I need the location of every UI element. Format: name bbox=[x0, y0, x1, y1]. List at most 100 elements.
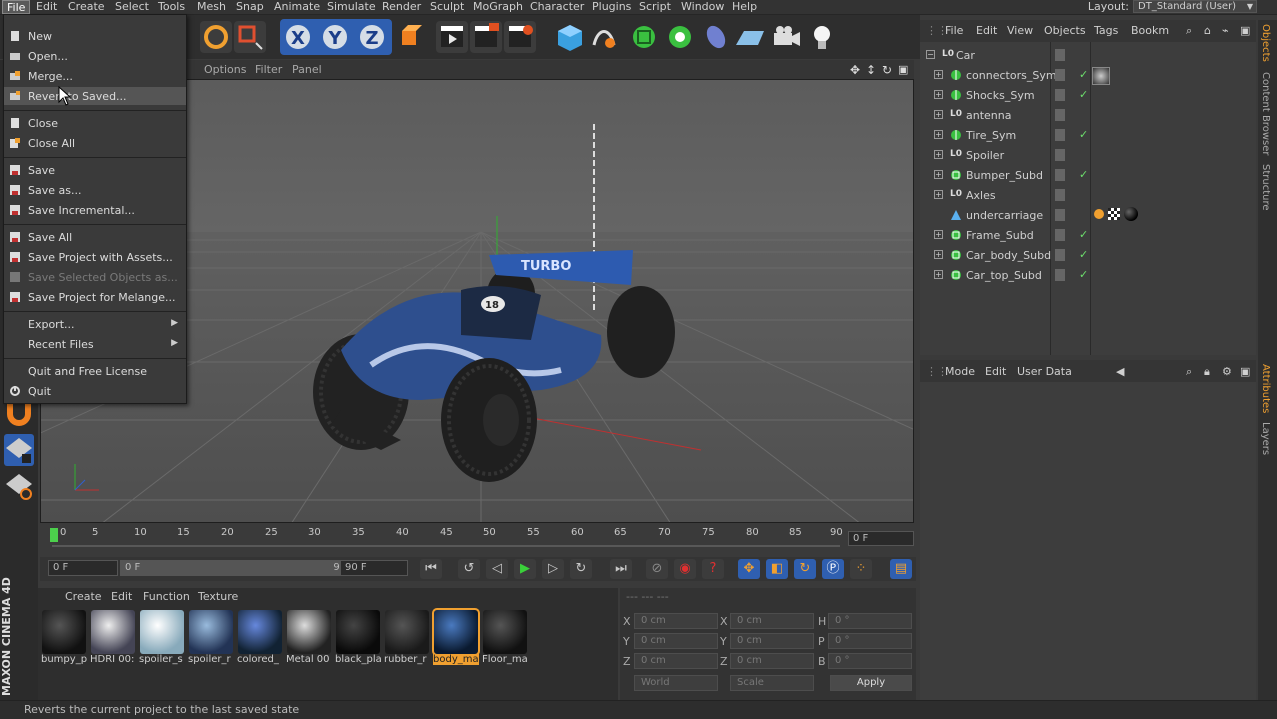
om-menu-objects[interactable]: Objects bbox=[1044, 24, 1086, 37]
scale-tool-button[interactable] bbox=[234, 21, 266, 53]
object-row[interactable]: undercarriage bbox=[920, 206, 1256, 226]
object-row[interactable]: + Bumper_Subd ✓ bbox=[920, 166, 1256, 186]
menu-sculpt[interactable]: Sculpt bbox=[426, 0, 468, 14]
material-swatch-selected[interactable] bbox=[432, 608, 480, 656]
y-axis-button[interactable]: Y bbox=[321, 23, 349, 51]
visibility-toggle[interactable] bbox=[1055, 49, 1065, 61]
om-menu-tags[interactable]: Tags bbox=[1094, 24, 1118, 37]
tab-objects[interactable]: Objects bbox=[1260, 24, 1271, 62]
next-frame-button[interactable]: ▷ bbox=[542, 559, 564, 579]
attr-menu-mode[interactable]: Mode bbox=[945, 365, 975, 378]
attr-menu-edit[interactable]: Edit bbox=[985, 365, 1006, 378]
material-swatch[interactable] bbox=[91, 610, 135, 654]
file-save-project-with-assets[interactable]: Save Project with Assets... bbox=[4, 248, 186, 266]
expand-icon[interactable]: − bbox=[926, 50, 935, 59]
file-close[interactable]: Close bbox=[4, 114, 186, 132]
visibility-toggle[interactable] bbox=[1055, 69, 1065, 81]
om-menu-bookmarks[interactable]: Bookm bbox=[1131, 24, 1169, 37]
object-row[interactable]: + L0 antenna bbox=[920, 106, 1256, 126]
deformer-button[interactable] bbox=[700, 21, 732, 53]
visibility-toggle[interactable] bbox=[1055, 149, 1065, 161]
rotate-tool-button[interactable] bbox=[200, 21, 232, 53]
texture-tag-icon[interactable] bbox=[1108, 208, 1120, 220]
material-swatch[interactable] bbox=[385, 610, 429, 654]
file-save-selected-objects[interactable]: Save Selected Objects as... bbox=[4, 268, 186, 286]
expand-icon[interactable]: + bbox=[934, 90, 943, 99]
end-frame-field[interactable]: 90 F bbox=[340, 560, 408, 576]
search-icon[interactable]: ⌕ bbox=[1186, 365, 1192, 379]
menu-edit[interactable]: Edit bbox=[32, 0, 61, 14]
file-recent-files[interactable]: Recent Files ▶ bbox=[4, 335, 186, 353]
menu-tools[interactable]: Tools bbox=[154, 0, 189, 14]
visibility-toggle[interactable] bbox=[1055, 249, 1065, 261]
key-pla-button[interactable]: ⁘ bbox=[850, 559, 872, 579]
play-button[interactable]: ▶ bbox=[514, 559, 536, 579]
uvw-tag-icon[interactable] bbox=[1094, 209, 1104, 219]
file-save[interactable]: Save bbox=[4, 161, 186, 179]
tab-layers[interactable]: Layers bbox=[1260, 422, 1271, 455]
material-swatch[interactable] bbox=[336, 610, 380, 654]
home-icon[interactable]: ⌂ bbox=[1204, 24, 1211, 37]
om-menu-edit[interactable]: Edit bbox=[976, 24, 997, 37]
enabled-check-icon[interactable]: ✓ bbox=[1079, 248, 1088, 261]
material-swatch[interactable] bbox=[238, 610, 282, 654]
key-scale-button[interactable]: ◧ bbox=[766, 559, 788, 579]
render-settings-button[interactable] bbox=[504, 21, 536, 53]
position-z-field[interactable]: 0 cm bbox=[634, 653, 718, 669]
menu-file[interactable]: File bbox=[2, 0, 31, 14]
rotation-p-field[interactable]: 0 ° bbox=[828, 633, 912, 649]
expand-icon[interactable]: + bbox=[934, 150, 943, 159]
enabled-check-icon[interactable]: ✓ bbox=[1079, 88, 1088, 101]
enabled-check-icon[interactable]: ✓ bbox=[1079, 228, 1088, 241]
coord-mode-select[interactable]: World bbox=[634, 675, 718, 691]
object-row[interactable]: + Car_top_Subd ✓ bbox=[920, 266, 1256, 286]
enabled-check-icon[interactable]: ✓ bbox=[1079, 68, 1088, 81]
file-close-all[interactable]: Close All bbox=[4, 134, 186, 152]
expand-icon[interactable]: + bbox=[934, 170, 943, 179]
attr-menu-user-data[interactable]: User Data bbox=[1017, 365, 1072, 378]
file-revert-to-saved[interactable]: Revert to Saved... bbox=[4, 87, 186, 105]
camera-button[interactable] bbox=[770, 21, 802, 53]
position-y-field[interactable]: 0 cm bbox=[634, 633, 718, 649]
expand-icon[interactable]: + bbox=[934, 70, 943, 79]
object-row[interactable]: + Frame_Subd ✓ bbox=[920, 226, 1256, 246]
menu-mesh[interactable]: Mesh bbox=[193, 0, 230, 14]
workplane-lock-button[interactable] bbox=[4, 434, 34, 466]
expand-icon[interactable]: + bbox=[934, 230, 943, 239]
maximize-view-icon[interactable]: ▣ bbox=[898, 63, 908, 76]
file-save-for-melange[interactable]: Save Project for Melange... bbox=[4, 288, 186, 306]
next-key-button[interactable]: ↻ bbox=[570, 559, 592, 579]
expand-icon[interactable]: + bbox=[934, 250, 943, 259]
record-disabled-button[interactable]: ⊘ bbox=[646, 559, 668, 579]
visibility-toggle[interactable] bbox=[1055, 169, 1065, 181]
time-cursor[interactable] bbox=[50, 528, 58, 542]
start-frame-field[interactable]: 0 F bbox=[48, 560, 118, 576]
apply-button[interactable]: Apply bbox=[830, 675, 912, 691]
cloner-button[interactable] bbox=[664, 21, 696, 53]
object-row[interactable]: + L0 Spoiler bbox=[920, 146, 1256, 166]
material-tag-icon[interactable] bbox=[1092, 67, 1110, 85]
back-arrow-icon[interactable]: ◀ bbox=[1116, 365, 1124, 378]
object-row[interactable]: + Car_body_Subd ✓ bbox=[920, 246, 1256, 266]
menu-animate[interactable]: Animate bbox=[270, 0, 324, 14]
om-menu-file[interactable]: File bbox=[945, 24, 963, 37]
autokey-button[interactable]: ? bbox=[702, 559, 724, 579]
frame-range-slider[interactable]: 0 F 90 F bbox=[120, 560, 376, 576]
key-position-button[interactable]: ✥ bbox=[738, 559, 760, 579]
file-save-incremental[interactable]: Save Incremental... bbox=[4, 201, 186, 219]
enabled-check-icon[interactable]: ✓ bbox=[1079, 128, 1088, 141]
position-x-field[interactable]: 0 cm bbox=[634, 613, 718, 629]
visibility-toggle[interactable] bbox=[1055, 129, 1065, 141]
key-rotation-button[interactable]: ↻ bbox=[794, 559, 816, 579]
move-view-icon[interactable]: ✥ bbox=[850, 63, 860, 77]
expand-icon[interactable]: + bbox=[934, 270, 943, 279]
floor-button[interactable] bbox=[734, 21, 766, 53]
mat-menu-edit[interactable]: Edit bbox=[111, 590, 132, 603]
render-picture-viewer-button[interactable] bbox=[470, 21, 502, 53]
timeline-ruler[interactable]: 0 5 10 15 20 25 30 35 40 45 50 55 60 65 … bbox=[40, 524, 916, 556]
material-swatch[interactable] bbox=[42, 610, 86, 654]
light-button[interactable] bbox=[806, 21, 838, 53]
enabled-check-icon[interactable]: ✓ bbox=[1079, 168, 1088, 181]
spline-pen-button[interactable] bbox=[588, 21, 620, 53]
layout-select[interactable]: DT_Standard (User) ▼ bbox=[1133, 0, 1257, 13]
